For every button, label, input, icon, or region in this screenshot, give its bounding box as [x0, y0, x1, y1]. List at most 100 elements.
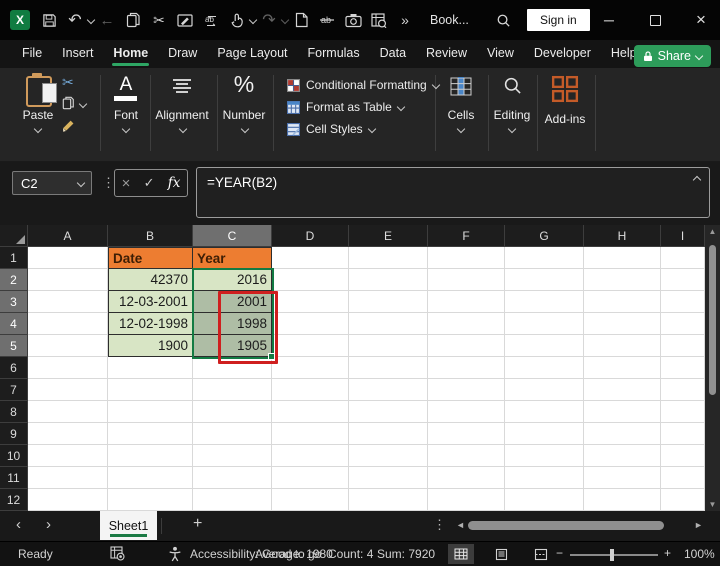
save-icon[interactable]	[38, 13, 60, 28]
cell-H3[interactable]	[584, 291, 661, 313]
font-dropdown-icon[interactable]	[122, 125, 130, 133]
tab-view[interactable]: View	[477, 40, 524, 68]
cell-G2[interactable]	[505, 269, 584, 291]
tab-developer[interactable]: Developer	[524, 40, 601, 68]
name-box[interactable]: C2	[12, 171, 92, 195]
cell-G1[interactable]	[505, 247, 584, 269]
tab-review[interactable]: Review	[416, 40, 477, 68]
cell-E6[interactable]	[349, 357, 428, 379]
cell-H9[interactable]	[584, 423, 661, 445]
row-header-11[interactable]: 11	[0, 467, 28, 489]
tab-page-layout[interactable]: Page Layout	[207, 40, 297, 68]
cell-I10[interactable]	[661, 445, 705, 467]
cell-F8[interactable]	[428, 401, 505, 423]
cell-C2[interactable]: 2016	[193, 269, 272, 291]
scroll-left-icon[interactable]: ◄	[456, 520, 465, 530]
search-icon[interactable]	[496, 13, 511, 28]
tab-home[interactable]: Home	[103, 40, 158, 68]
cell-I11[interactable]	[661, 467, 705, 489]
column-header-G[interactable]: G	[505, 225, 584, 247]
cell-H8[interactable]	[584, 401, 661, 423]
format-as-table-button[interactable]: Format as Table	[287, 100, 404, 114]
zoom-level[interactable]: 100%	[684, 547, 715, 561]
cell-F1[interactable]	[428, 247, 505, 269]
cell-G3[interactable]	[505, 291, 584, 313]
draw-tools-icon[interactable]	[174, 13, 196, 27]
accessibility-icon[interactable]	[168, 546, 182, 562]
touch-mode-icon[interactable]	[226, 13, 248, 28]
undo-icon[interactable]: ↶	[64, 10, 86, 30]
copy-icon[interactable]	[122, 12, 144, 28]
cancel-button[interactable]: ×	[122, 175, 131, 192]
cell-B5[interactable]: 1900	[108, 335, 193, 357]
cell-C10[interactable]	[193, 445, 272, 467]
cell-G5[interactable]	[505, 335, 584, 357]
scroll-right-icon[interactable]: ►	[694, 520, 703, 530]
column-header-I[interactable]: I	[661, 225, 705, 247]
cell-G6[interactable]	[505, 357, 584, 379]
camera-icon[interactable]	[342, 13, 364, 28]
cell-B12[interactable]	[108, 489, 193, 511]
vertical-scrollbar[interactable]: ▲ ▼	[705, 225, 720, 511]
cut-button-icon[interactable]: ✂	[62, 74, 74, 91]
cell-H4[interactable]	[584, 313, 661, 335]
cell-G12[interactable]	[505, 489, 584, 511]
tab-formulas[interactable]: Formulas	[298, 40, 370, 68]
insert-function-button[interactable]: fx	[168, 175, 181, 191]
add-sheet-button[interactable]: +	[193, 515, 202, 533]
back-icon[interactable]: ←	[96, 12, 118, 29]
share-button[interactable]: Share	[634, 45, 711, 67]
tab-file[interactable]: File	[12, 40, 52, 68]
column-header-E[interactable]: E	[349, 225, 428, 247]
cell-B1[interactable]: Date	[108, 247, 193, 269]
cell-H12[interactable]	[584, 489, 661, 511]
normal-view-button[interactable]	[448, 544, 474, 564]
cell-I9[interactable]	[661, 423, 705, 445]
tab-insert[interactable]: Insert	[52, 40, 103, 68]
cell-G10[interactable]	[505, 445, 584, 467]
new-file-icon[interactable]	[290, 12, 312, 28]
tab-data[interactable]: Data	[370, 40, 416, 68]
vertical-scrollbar-thumb[interactable]	[709, 245, 716, 395]
cell-H7[interactable]	[584, 379, 661, 401]
cell-A12[interactable]	[28, 489, 108, 511]
cell-F2[interactable]	[428, 269, 505, 291]
cell-H1[interactable]	[584, 247, 661, 269]
cell-C11[interactable]	[193, 467, 272, 489]
alignment-dropdown-icon[interactable]	[179, 125, 187, 133]
cell-E9[interactable]	[349, 423, 428, 445]
cell-D5[interactable]	[272, 335, 349, 357]
cell-E5[interactable]	[349, 335, 428, 357]
touch-mode-dropdown-icon[interactable]	[249, 16, 257, 24]
cell-F9[interactable]	[428, 423, 505, 445]
cell-D1[interactable]	[272, 247, 349, 269]
formula-input[interactable]: =YEAR(B2)	[196, 167, 710, 218]
cell-A10[interactable]	[28, 445, 108, 467]
more-commands-icon[interactable]: »	[394, 12, 416, 28]
cell-G7[interactable]	[505, 379, 584, 401]
cell-I6[interactable]	[661, 357, 705, 379]
scroll-up-icon[interactable]: ▲	[705, 227, 720, 236]
prev-sheet-icon[interactable]: ‹	[16, 516, 21, 533]
cell-E8[interactable]	[349, 401, 428, 423]
row-header-7[interactable]: 7	[0, 379, 28, 401]
cell-A8[interactable]	[28, 401, 108, 423]
sheet-tab-sheet1[interactable]: Sheet1	[100, 511, 157, 540]
cell-C9[interactable]	[193, 423, 272, 445]
cell-E1[interactable]	[349, 247, 428, 269]
cell-A3[interactable]	[28, 291, 108, 313]
scroll-down-icon[interactable]: ▼	[705, 500, 720, 509]
sheet-options-icon[interactable]: ⋮	[433, 517, 446, 533]
cell-B10[interactable]	[108, 445, 193, 467]
editing-dropdown-icon[interactable]	[508, 125, 516, 133]
cell-F7[interactable]	[428, 379, 505, 401]
number-dropdown-icon[interactable]	[241, 125, 249, 133]
tab-draw[interactable]: Draw	[158, 40, 207, 68]
collapse-formula-bar-icon[interactable]	[693, 176, 701, 184]
cell-E7[interactable]	[349, 379, 428, 401]
cell-F11[interactable]	[428, 467, 505, 489]
cell-D10[interactable]	[272, 445, 349, 467]
workbook-statistics-icon[interactable]	[368, 13, 390, 28]
next-sheet-icon[interactable]: ›	[46, 516, 51, 533]
cell-G9[interactable]	[505, 423, 584, 445]
